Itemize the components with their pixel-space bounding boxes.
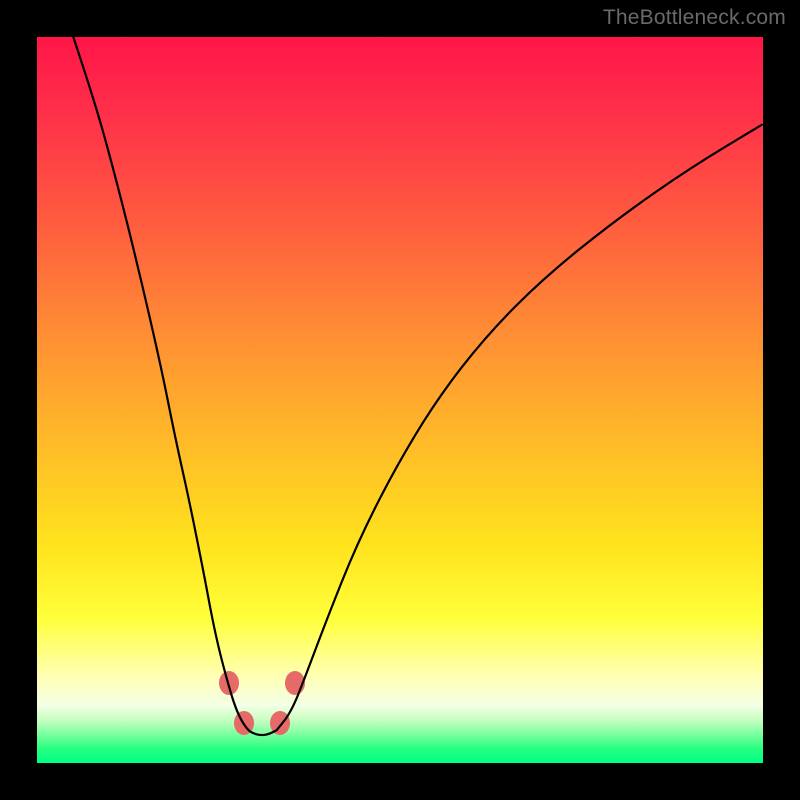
chart-frame: TheBottleneck.com [0,0,800,800]
plot-area [37,37,763,763]
watermark-text: TheBottleneck.com [603,6,786,30]
bottleneck-curve [37,37,763,763]
